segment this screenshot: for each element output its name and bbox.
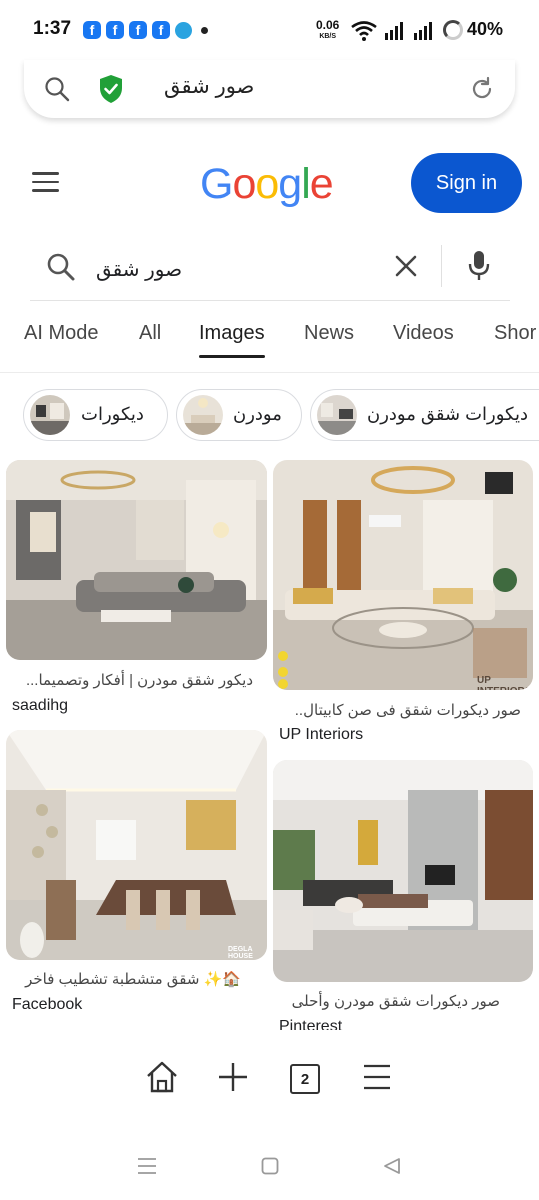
- search-icon[interactable]: [44, 76, 70, 102]
- search-box[interactable]: صور شقق: [30, 238, 510, 301]
- more-notifications-dot: [201, 27, 208, 34]
- chip-modern-apartment-decor[interactable]: ديكورات شقق مودرن: [310, 389, 539, 441]
- facebook-icon: f: [106, 21, 124, 39]
- chip-modern[interactable]: مودرن: [176, 389, 302, 441]
- voice-search-icon[interactable]: [467, 250, 491, 282]
- result-caption[interactable]: صور ديكورات شقق فى صن كابيتال..: [295, 701, 521, 719]
- chip-label: ديكورات شقق مودرن: [367, 404, 528, 424]
- watermark-text: DEGLA HOUSE: [228, 946, 253, 960]
- net-speed-value: 0.06: [316, 18, 340, 32]
- result-image[interactable]: [6, 460, 267, 660]
- chip-thumbnail: [30, 395, 70, 435]
- net-speed: 0.06 KB/S: [316, 18, 340, 42]
- search-tabs: AI Mode All Images News Videos Shor: [0, 310, 539, 373]
- result-source[interactable]: Pinterest: [279, 1018, 342, 1030]
- tab-news[interactable]: News: [304, 322, 354, 345]
- image-result[interactable]: ديكور شقق مودرن | أفكار وتصميما... saadi…: [6, 460, 267, 720]
- recents-icon[interactable]: [137, 1157, 157, 1175]
- nav-home-icon[interactable]: [261, 1157, 279, 1175]
- tab-switcher-button[interactable]: 2: [290, 1064, 320, 1094]
- browser-menu-icon[interactable]: [362, 1062, 392, 1092]
- chip-label: ديكورات: [81, 404, 144, 424]
- result-image[interactable]: [273, 760, 533, 982]
- status-bar: 1:37 f f f f 0.06 KB/S 40%: [0, 0, 539, 62]
- result-image[interactable]: DEGLA HOUSE: [6, 730, 267, 960]
- battery-percent: 40%: [467, 19, 504, 39]
- clear-search-icon[interactable]: [395, 255, 417, 277]
- result-caption[interactable]: صور ديكورات شقق مودرن وأحلى: [292, 992, 500, 1010]
- net-speed-unit: KB/S: [319, 33, 337, 40]
- cell-signal-icon: [414, 22, 432, 40]
- result-source[interactable]: Facebook: [12, 996, 82, 1014]
- reload-icon[interactable]: [469, 76, 495, 102]
- system-nav-bar: [0, 1130, 539, 1200]
- facebook-icon: f: [83, 21, 101, 39]
- search-icon: [47, 253, 75, 281]
- sign-in-button[interactable]: Sign in: [411, 153, 522, 213]
- wifi-icon: [351, 21, 377, 41]
- battery-icon: [443, 19, 463, 40]
- image-result[interactable]: UP INTERIORS صور ديكورات شقق فى صن كابيت…: [273, 460, 533, 745]
- search-input[interactable]: صور شقق: [96, 257, 182, 282]
- watermark-text: UP INTERIORS: [477, 675, 531, 690]
- new-tab-icon[interactable]: [217, 1061, 249, 1093]
- image-result[interactable]: DEGLA HOUSE 🏠✨ شقق متشطبة تشطيب فاخر Fac…: [6, 730, 267, 1020]
- address-query[interactable]: صور شقق: [164, 74, 254, 99]
- chip-thumbnail: [317, 395, 357, 435]
- tab-images[interactable]: Images: [199, 322, 265, 358]
- home-icon[interactable]: [145, 1060, 179, 1094]
- result-caption[interactable]: 🏠✨ شقق متشطبة تشطيب فاخر: [25, 970, 241, 988]
- chip-thumbnail: [183, 395, 223, 435]
- result-image[interactable]: UP INTERIORS: [273, 460, 533, 690]
- facebook-icon: f: [129, 21, 147, 39]
- search-divider: [441, 245, 442, 287]
- result-source[interactable]: saadihg: [12, 697, 68, 715]
- tab-all[interactable]: All: [139, 322, 161, 345]
- chip-label: مودرن: [233, 404, 282, 424]
- tab-videos[interactable]: Videos: [393, 322, 454, 345]
- secure-shield-icon: [100, 75, 122, 103]
- result-caption[interactable]: ديكور شقق مودرن | أفكار وتصميما...: [26, 671, 253, 689]
- main-menu-icon[interactable]: [32, 172, 59, 194]
- chip-decorations[interactable]: ديكورات: [23, 389, 168, 441]
- back-icon[interactable]: [383, 1157, 401, 1175]
- result-source[interactable]: UP Interiors: [279, 726, 363, 744]
- tab-shorts[interactable]: Shor: [494, 322, 536, 345]
- facebook-icon: f: [152, 21, 170, 39]
- address-bar[interactable]: صور شقق: [24, 60, 515, 118]
- tab-ai-mode[interactable]: AI Mode: [24, 322, 98, 345]
- cell-signal-icon: [385, 22, 403, 40]
- notification-icons: f f f f: [83, 21, 208, 39]
- status-time: 1:37: [33, 18, 72, 39]
- image-result[interactable]: صور ديكورات شقق مودرن وأحلى Pinterest: [273, 760, 533, 1030]
- battery-indicator: 40%: [443, 19, 503, 40]
- google-logo[interactable]: Google: [200, 160, 334, 209]
- telegram-icon: [175, 22, 192, 39]
- browser-toolbar: 2: [0, 1040, 539, 1120]
